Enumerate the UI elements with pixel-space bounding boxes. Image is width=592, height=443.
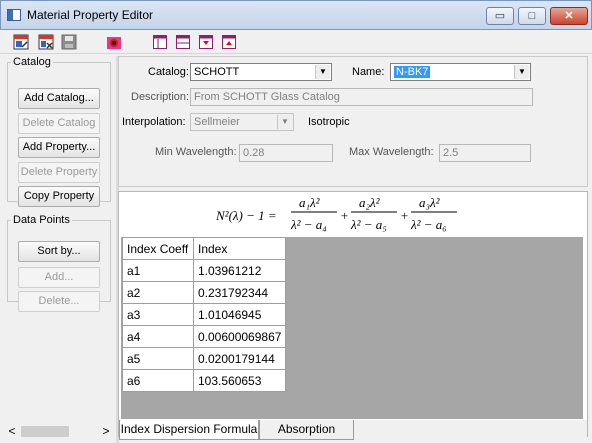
catalog-group: Catalog Add Catalog... Delete Catalog Ad… (7, 56, 111, 207)
add-catalog-button[interactable]: Add Catalog... (18, 88, 100, 109)
formula-term1-denominator: λ² − a₄ (290, 217, 327, 232)
maximize-button[interactable]: □ (518, 7, 546, 25)
max-wavelength-label: Max Wavelength: (349, 146, 434, 158)
save-as-icon[interactable] (38, 34, 54, 50)
grid-header-index-coeff[interactable]: Index Coeff (122, 237, 194, 260)
grid-header-index[interactable]: Index (192, 237, 287, 260)
catalog-select[interactable]: SCHOTT ▼ (190, 63, 332, 81)
min-wavelength-label: Min Wavelength: (155, 146, 237, 158)
property-pane: Catalog: SCHOTT ▼ Name: N-BK7 ▼ Descript… (118, 56, 588, 187)
save-icon[interactable] (61, 34, 77, 50)
chevron-down-icon[interactable]: ▼ (277, 115, 292, 129)
coeff-value-cell[interactable]: 103.560653 (192, 369, 287, 392)
collapse-icon[interactable] (198, 34, 214, 50)
delete-data-point-button[interactable]: Delete... (18, 291, 100, 312)
bug-icon[interactable] (106, 34, 122, 50)
formula-lhs: N²(λ) − 1 = (215, 208, 277, 223)
material-property-editor-window: Material Property Editor ▭ □ ✕ Catalog A… (0, 0, 592, 443)
data-points-legend: Data Points (13, 214, 70, 226)
coeff-name-cell[interactable]: a3 (122, 303, 194, 326)
open-catalog-icon[interactable] (13, 34, 29, 50)
coeff-value-cell[interactable]: 0.0200179144 (192, 347, 287, 370)
coeff-value-cell[interactable]: 1.03961212 (192, 259, 287, 282)
window-layout-icon[interactable] (152, 34, 168, 50)
table-row: a2 0.231792344 (122, 281, 287, 304)
coeff-value-cell[interactable]: 0.00600069867 (192, 325, 287, 348)
delete-property-button[interactable]: Delete Property (18, 162, 100, 183)
catalog-legend: Catalog (13, 56, 51, 68)
delete-catalog-button[interactable]: Delete Catalog (18, 113, 100, 134)
tab-index-dispersion-formula[interactable]: Index Dispersion Formula (119, 420, 259, 440)
coefficient-grid: Index Coeff Index a1 1.03961212 a2 0.231… (122, 237, 287, 392)
title-bar: Material Property Editor ▭ □ ✕ (0, 0, 592, 30)
sellmeier-formula: N²(λ) − 1 = a₁λ² λ² − a₄ + a₂λ² λ² − a₅ … (215, 195, 457, 232)
data-points-group: Data Points Sort by... Add... Delete... (7, 214, 111, 312)
split-horizontal-icon[interactable] (175, 34, 191, 50)
bottom-tabs: Index Dispersion Formula Absorption (119, 420, 587, 440)
toolbar (0, 30, 592, 54)
coeff-value-cell[interactable]: 1.01046945 (192, 303, 287, 326)
formula-plus-1: + (340, 208, 349, 223)
table-row: a6 103.560653 (122, 369, 287, 392)
add-property-button[interactable]: Add Property... (18, 137, 100, 158)
min-wavelength-field[interactable]: 0.28 (239, 144, 333, 162)
grid-header-row: Index Coeff Index (122, 237, 287, 260)
coeff-name-cell[interactable]: a4 (122, 325, 194, 348)
left-panel-scrollbar[interactable]: < > (5, 423, 114, 440)
coeff-name-cell[interactable]: a5 (122, 347, 194, 370)
table-row: a5 0.0200179144 (122, 347, 287, 370)
formula-term2-numerator: a₂λ² (359, 195, 381, 210)
formula-plus-2: + (400, 208, 409, 223)
left-panel: Catalog Add Catalog... Delete Catalog Ad… (5, 56, 115, 416)
scroll-right-arrow[interactable]: > (99, 423, 113, 440)
name-select[interactable]: N-BK7 ▼ (390, 63, 531, 81)
add-data-point-button[interactable]: Add... (18, 267, 100, 288)
name-select-value: N-BK7 (394, 66, 431, 78)
sort-by-button[interactable]: Sort by... (18, 241, 100, 262)
coeff-name-cell[interactable]: a1 (122, 259, 194, 282)
interpolation-label: Interpolation: (122, 116, 186, 128)
app-icon (7, 9, 21, 21)
description-label: Description: (131, 91, 190, 103)
minimize-button[interactable]: ▭ (486, 7, 514, 25)
interpolation-select[interactable]: Sellmeier ▼ (190, 113, 294, 131)
table-row: a3 1.01046945 (122, 303, 287, 326)
table-row: a1 1.03961212 (122, 259, 287, 282)
formula-term1-numerator: a₁λ² (299, 195, 321, 210)
scroll-left-arrow[interactable]: < (5, 423, 19, 440)
formula-term3-denominator: λ² − a₆ (410, 217, 447, 232)
coeff-value-cell[interactable]: 0.231792344 (192, 281, 287, 304)
catalog-label: Catalog: (148, 66, 189, 78)
tab-absorption[interactable]: Absorption (259, 420, 354, 440)
interpolation-select-value: Sellmeier (194, 116, 240, 128)
scroll-thumb[interactable] (21, 426, 69, 437)
description-field[interactable]: From SCHOTT Glass Catalog (190, 88, 533, 106)
table-row: a4 0.00600069867 (122, 325, 287, 348)
close-button[interactable]: ✕ (550, 7, 588, 25)
coeff-name-cell[interactable]: a6 (122, 369, 194, 392)
coeff-name-cell[interactable]: a2 (122, 281, 194, 304)
formula-term2-denominator: λ² − a₅ (350, 217, 387, 232)
chevron-down-icon[interactable]: ▼ (514, 65, 529, 79)
formula-term3-numerator: a₃λ² (419, 195, 441, 210)
max-wavelength-field[interactable]: 2.5 (439, 144, 531, 162)
chevron-down-icon[interactable]: ▼ (315, 65, 330, 79)
isotropic-label: Isotropic (308, 116, 350, 128)
copy-property-button[interactable]: Copy Property (18, 186, 100, 207)
catalog-select-value: SCHOTT (194, 66, 240, 78)
name-label: Name: (352, 66, 385, 78)
expand-icon[interactable] (221, 34, 237, 50)
window-title: Material Property Editor (27, 8, 154, 22)
